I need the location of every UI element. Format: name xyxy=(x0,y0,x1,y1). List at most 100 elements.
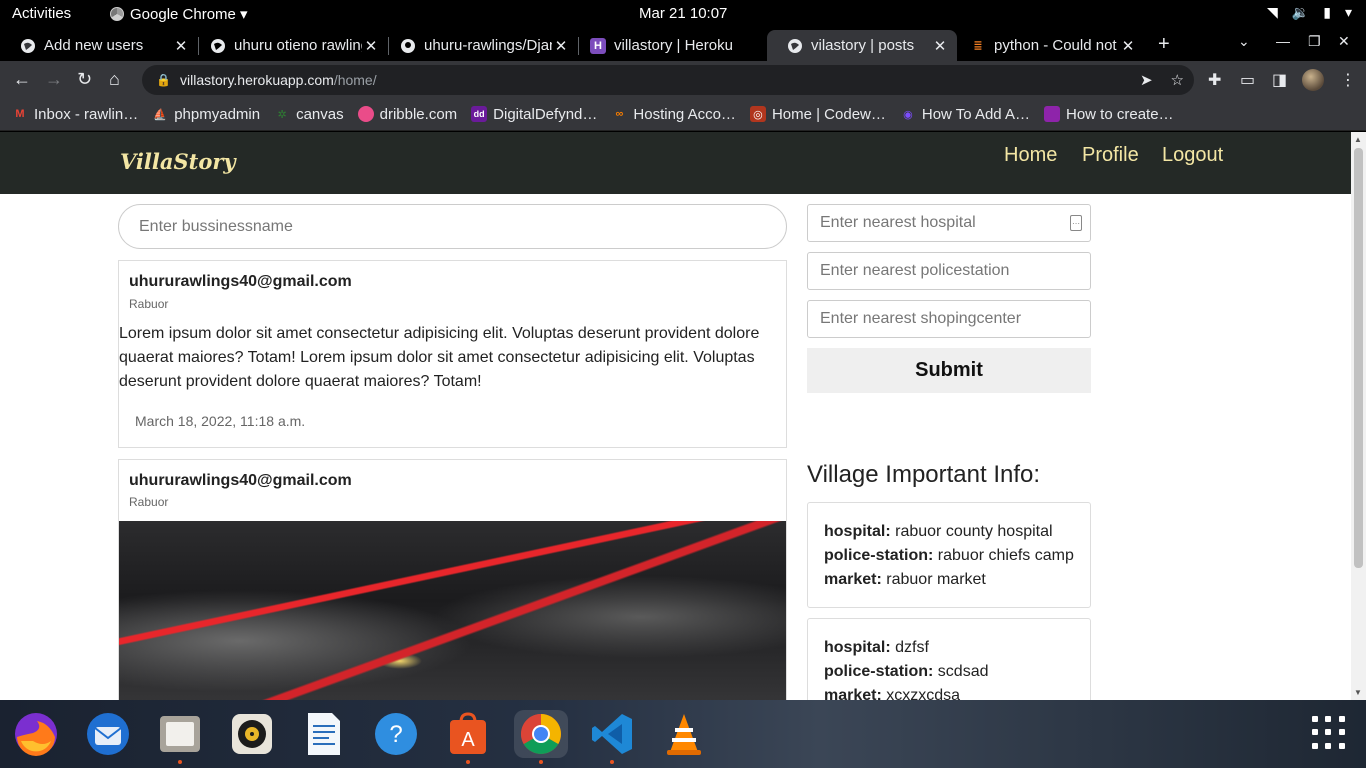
bookmark-item[interactable]: ✲ canvas xyxy=(274,106,343,123)
business-search-input[interactable]: Enter bussinessname xyxy=(118,204,787,249)
extensions-icon[interactable]: ✚ xyxy=(1208,70,1221,90)
app-menu[interactable]: Google Chrome ▾ xyxy=(110,5,248,23)
post-author-email: uhururawlings40@gmail.com xyxy=(129,273,352,290)
svg-text:A: A xyxy=(461,729,475,751)
tab-add-new-users[interactable]: Add new users ✕ xyxy=(0,30,198,61)
reload-icon[interactable]: ↻ xyxy=(77,69,92,90)
nearest-shoppingcenter-input[interactable]: Enter nearest shopingcenter xyxy=(807,300,1091,338)
help-icon[interactable]: ? xyxy=(372,710,420,758)
bookmark-icon xyxy=(1044,106,1060,122)
market-label: market: xyxy=(824,687,882,700)
menu-icon[interactable]: ⋮ xyxy=(1340,70,1356,90)
vlc-icon[interactable] xyxy=(660,710,708,758)
tab-stackoverflow[interactable]: ≣ python - Could not ✕ xyxy=(950,30,1145,61)
libreoffice-writer-icon[interactable] xyxy=(300,710,348,758)
activities-button[interactable]: Activities xyxy=(12,5,71,22)
bookmark-item[interactable]: ◎ Home | Codew… xyxy=(749,105,886,123)
tab-uhuru-otieno[interactable]: uhuru otieno rawlings ✕ xyxy=(190,30,388,61)
close-icon[interactable]: ✕ xyxy=(362,37,380,55)
submit-button[interactable]: Submit xyxy=(807,348,1091,393)
side-panel-icon[interactable]: ◨ xyxy=(1272,70,1287,90)
hospital-label: hospital: xyxy=(824,639,891,656)
close-icon[interactable]: ✕ xyxy=(552,37,570,55)
close-icon[interactable]: ✕ xyxy=(1119,37,1137,55)
village-info-card: hospital: dzfsf police-station: scdsad m… xyxy=(807,618,1091,700)
post-body: Lorem ipsum dolor sit amet consectetur a… xyxy=(119,325,760,390)
tab-search-chevron-icon[interactable]: ⌄ xyxy=(1238,33,1250,50)
github-icon xyxy=(400,38,416,54)
firefox-icon[interactable] xyxy=(12,710,60,758)
post-card: uhururawlings40@gmail.com Rabuor Lorem i… xyxy=(118,260,787,448)
vscode-icon[interactable] xyxy=(588,710,636,764)
close-window-button[interactable]: ✕ xyxy=(1338,33,1350,50)
bookmark-item[interactable]: dd DigitalDefynd… xyxy=(471,106,597,123)
system-tray[interactable]: ◥ 🔉 ▮ ▾ xyxy=(1267,4,1352,21)
spiral-icon: ◉ xyxy=(903,108,913,121)
tab-title: uhuru-rawlings/Django xyxy=(424,37,552,54)
thunderbird-icon[interactable] xyxy=(84,710,132,758)
software-center-icon[interactable]: A xyxy=(444,710,492,764)
post-card: uhururawlings40@gmail.com Rabuor xyxy=(118,459,787,700)
nav-home-link[interactable]: Home xyxy=(1004,144,1057,167)
send-icon[interactable]: ➤ xyxy=(1140,71,1153,89)
show-applications-icon[interactable] xyxy=(1312,716,1346,750)
svg-text:?: ? xyxy=(389,721,402,748)
bookmark-label: phpmyadmin xyxy=(174,105,261,123)
scroll-up-icon[interactable]: ▲ xyxy=(1354,135,1362,144)
url-path: /home/ xyxy=(333,72,377,88)
close-icon[interactable]: ✕ xyxy=(172,37,190,55)
address-bar[interactable]: 🔒 villastory.herokuapp.com /home/ ➤ ☆ xyxy=(142,65,1194,95)
post-image xyxy=(119,521,786,700)
clock[interactable]: Mar 21 10:07 xyxy=(639,5,727,22)
bookmark-item[interactable]: How to create… xyxy=(1044,106,1174,123)
battery-icon: ▮ xyxy=(1323,4,1331,20)
scroll-down-icon[interactable]: ▼ xyxy=(1354,688,1362,697)
bookmark-item[interactable]: ⛵ phpmyadmin xyxy=(152,106,260,123)
forward-icon[interactable]: → xyxy=(45,69,63,90)
bookmark-item[interactable]: M Inbox - rawlin… xyxy=(12,106,138,123)
bookmark-label: How to create… xyxy=(1066,105,1174,123)
chrome-icon[interactable] xyxy=(514,710,568,764)
police-label: police-station: xyxy=(824,663,934,680)
ubuntu-dock: ? A xyxy=(0,700,1366,768)
bookmark-label: Home | Codew… xyxy=(771,105,886,123)
nav-logout-link[interactable]: Logout xyxy=(1162,144,1223,167)
tab-vilastory-posts[interactable]: vilastory | posts ✕ xyxy=(767,30,957,61)
nav-profile-link[interactable]: Profile xyxy=(1082,144,1139,167)
bookmark-star-icon[interactable]: ☆ xyxy=(1171,71,1184,89)
back-icon[interactable]: ← xyxy=(13,69,31,90)
profile-avatar[interactable] xyxy=(1302,69,1324,91)
bookmark-item[interactable]: ◉ How To Add A… xyxy=(900,106,1030,123)
chevron-down-icon: ▾ xyxy=(1344,4,1352,20)
nearest-policestation-input[interactable]: Enter nearest policestation xyxy=(807,252,1091,290)
bookmark-item[interactable]: dribble.com xyxy=(357,106,457,123)
gmail-icon: M xyxy=(15,108,25,120)
site-navbar: VillaStory Home Profile Logout xyxy=(0,132,1351,194)
chrome-icon xyxy=(110,7,124,21)
hospital-value: dzfsf xyxy=(895,639,929,656)
bookmark-item[interactable]: ∞ Hosting Acco… xyxy=(611,106,735,123)
close-icon[interactable]: ✕ xyxy=(931,37,949,55)
police-value: scdsad xyxy=(937,663,989,680)
site-logo[interactable]: VillaStory xyxy=(120,149,236,174)
tab-title: Add new users xyxy=(44,37,144,54)
tab-heroku[interactable]: H villastory | Heroku xyxy=(570,30,768,61)
tab-title: python - Could not xyxy=(994,37,1117,54)
maximize-button[interactable]: ❐ xyxy=(1308,33,1321,50)
scrollbar-thumb[interactable] xyxy=(1354,148,1363,568)
dribbble-icon xyxy=(357,106,374,122)
files-icon[interactable] xyxy=(156,710,204,764)
cast-icon[interactable]: ▭ xyxy=(1240,70,1255,90)
rhythmbox-icon[interactable] xyxy=(228,710,276,758)
home-icon[interactable]: ⌂ xyxy=(109,69,120,90)
hosting-icon: ∞ xyxy=(615,108,624,120)
password-manager-icon[interactable]: ⋯ xyxy=(1070,215,1082,231)
lock-icon[interactable]: 🔒 xyxy=(156,73,171,87)
page-scrollbar[interactable]: ▲ ▼ xyxy=(1351,132,1366,700)
minimize-button[interactable]: — xyxy=(1276,33,1290,49)
tab-github[interactable]: uhuru-rawlings/Django ✕ xyxy=(380,30,578,61)
new-tab-button[interactable]: + xyxy=(1158,33,1170,56)
nearest-hospital-input[interactable]: Enter nearest hospital ⋯ xyxy=(807,204,1091,242)
market-value: xcxzxcdsa xyxy=(886,687,961,700)
tab-strip: Add new users ✕ uhuru otieno rawlings ✕ … xyxy=(0,27,1366,61)
